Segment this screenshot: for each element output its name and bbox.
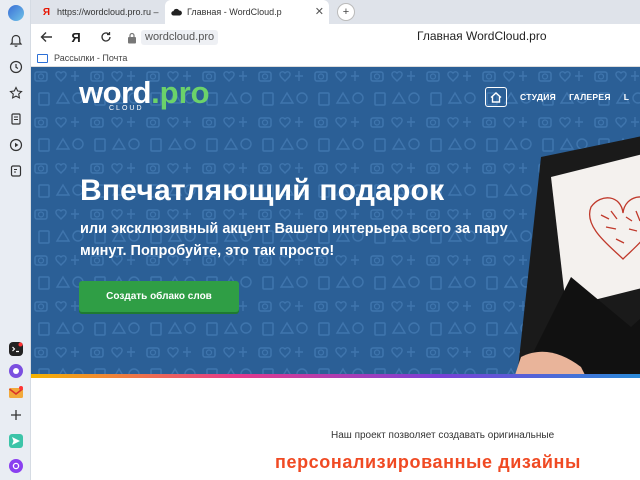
- site-logo[interactable]: word .pro CLOUD: [79, 75, 210, 112]
- bookmark-label: Рассылки - Почта: [54, 53, 128, 63]
- send-app-icon[interactable]: [5, 430, 27, 452]
- browser-sidebar: [0, 0, 31, 480]
- notes-icon[interactable]: [5, 160, 27, 182]
- home-button[interactable]: [485, 87, 507, 107]
- mail-app-icon[interactable]: [5, 382, 27, 404]
- mail-icon: [37, 53, 48, 63]
- intro-section: Наш проект позволяет создавать оригиналь…: [31, 378, 640, 480]
- tab-strip: Я https://wordcloud.pro.ru – Главная - W…: [31, 0, 640, 24]
- video-icon[interactable]: [5, 134, 27, 156]
- hero-headline: Впечатляющий подарок: [80, 174, 445, 207]
- browser-logo-icon[interactable]: [5, 2, 27, 24]
- tab-label: Главная - WordCloud.p: [187, 7, 282, 17]
- back-arrow-icon[interactable]: [37, 28, 55, 46]
- tab-label: https://wordcloud.pro.ru –: [57, 7, 159, 17]
- nav-studio[interactable]: СТУДИЯ: [520, 92, 556, 102]
- new-tab-button[interactable]: +: [337, 3, 355, 21]
- star-icon[interactable]: [5, 82, 27, 104]
- bell-icon[interactable]: [5, 30, 27, 52]
- reload-icon[interactable]: [97, 28, 115, 46]
- site-nav: СТУДИЯ ГАЛЕРЕЯ L: [485, 87, 629, 107]
- collections-icon[interactable]: [5, 108, 27, 130]
- logo-sub: CLOUD: [109, 105, 144, 112]
- site-favicon-icon: [171, 7, 182, 18]
- messenger-app-icon[interactable]: [5, 360, 27, 382]
- nav-more[interactable]: L: [624, 92, 630, 102]
- create-cloud-button[interactable]: Создать облако слов: [79, 281, 239, 312]
- page-title: Главная WordCloud.pro: [417, 29, 547, 43]
- add-app-icon[interactable]: [5, 404, 27, 426]
- tab-wordcloud-pro[interactable]: Главная - WordCloud.p ✕: [165, 0, 329, 24]
- url-field[interactable]: wordcloud.pro: [141, 30, 219, 45]
- yandex-home-icon[interactable]: Я: [67, 28, 85, 46]
- address-bar-row: Я wordcloud.pro Главная WordCloud.pro: [31, 24, 640, 51]
- close-tab-icon[interactable]: ✕: [315, 5, 324, 18]
- bookmark-mail[interactable]: Рассылки - Почта: [37, 53, 127, 63]
- nav-gallery[interactable]: ГАЛЕРЕЯ: [569, 92, 611, 102]
- home-icon: [490, 91, 502, 103]
- tab-wordcloud-ru[interactable]: Я https://wordcloud.pro.ru –: [35, 0, 163, 24]
- intro-heading: персонализированные дизайны: [275, 452, 581, 472]
- gift-envelope-image: [514, 136, 640, 376]
- browser-window: Я https://wordcloud.pro.ru – Главная - W…: [0, 0, 640, 480]
- lock-icon[interactable]: [127, 31, 137, 44]
- bookmarks-bar: Рассылки - Почта: [31, 51, 640, 67]
- alice-app-icon[interactable]: [5, 455, 27, 477]
- hero-section: word .pro CLOUD СТУДИЯ ГАЛЕРЕЯ L Впечатл…: [31, 67, 640, 376]
- hero-subheadline: или эксклюзивный акцент Вашего интерьера…: [80, 221, 508, 259]
- history-icon[interactable]: [5, 56, 27, 78]
- terminal-app-icon[interactable]: [5, 338, 27, 360]
- logo-ext: .pro: [151, 75, 210, 110]
- intro-text: Наш проект позволяет создавать оригиналь…: [331, 430, 555, 441]
- yandex-icon: Я: [42, 6, 51, 18]
